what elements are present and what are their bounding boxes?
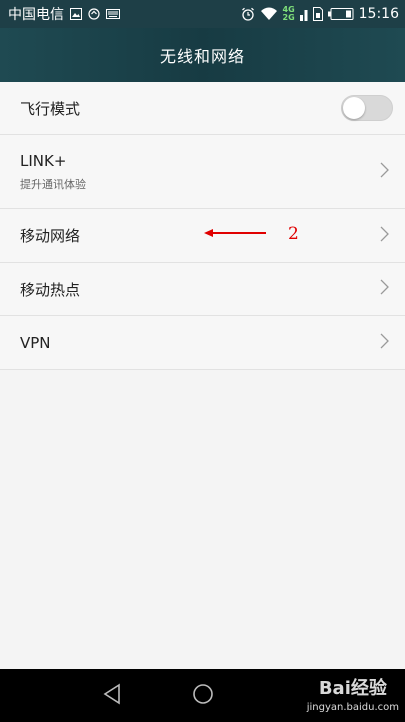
link-plus-label: LINK+ xyxy=(20,151,67,170)
annotation-label: 2 xyxy=(288,224,299,244)
wifi-icon xyxy=(260,7,278,21)
battery-icon xyxy=(327,8,354,20)
signal-icon xyxy=(299,7,308,21)
chevron-right-icon xyxy=(380,333,389,353)
annotation-arrow xyxy=(204,224,268,243)
airplane-mode-toggle[interactable] xyxy=(341,95,393,121)
toggle-knob xyxy=(343,97,365,119)
image-icon xyxy=(70,8,82,20)
vpn-label: VPN xyxy=(20,333,51,352)
network-type-indicator: 4G 2G xyxy=(282,5,295,22)
status-bar: 中国电信 4G 2G 15:16 xyxy=(0,0,405,28)
chevron-right-icon xyxy=(380,279,389,299)
mobile-network-label: 移动网络 xyxy=(20,227,81,245)
watermark-url: jingyan.baidu.com xyxy=(306,702,399,713)
hotspot-label: 移动热点 xyxy=(20,280,81,299)
airplane-mode-label: 飞行模式 xyxy=(20,99,81,118)
page-title: 无线和网络 xyxy=(159,47,245,66)
vpn-row[interactable]: VPN xyxy=(0,316,405,370)
back-icon[interactable] xyxy=(102,683,122,709)
link-plus-subtitle: 提升通讯体验 xyxy=(20,177,86,191)
hotspot-row[interactable]: 移动热点 xyxy=(0,263,405,316)
keyboard-icon xyxy=(106,9,120,19)
watermark-logo: Bai经验 xyxy=(318,678,387,699)
link-plus-row[interactable]: LINK+ 提升通讯体验 xyxy=(0,135,405,209)
status-time: 15:16 xyxy=(358,6,399,22)
baidu-jingyan-watermark: Bai经验 jingyan.baidu.com xyxy=(307,674,399,713)
carrier-label: 中国电信 xyxy=(8,7,64,23)
settings-list: 飞行模式 LINK+ 提升通讯体验 移动网络 移动热点 VPN xyxy=(0,82,405,370)
sync-icon xyxy=(88,8,100,20)
alarm-icon xyxy=(241,7,255,21)
title-bar: 无线和网络 xyxy=(0,28,405,82)
airplane-mode-row[interactable]: 飞行模式 xyxy=(0,82,405,135)
mobile-network-row[interactable]: 移动网络 xyxy=(0,209,405,263)
home-icon[interactable] xyxy=(192,683,214,709)
chevron-right-icon xyxy=(380,162,389,182)
sim-icon xyxy=(312,7,323,21)
chevron-right-icon xyxy=(380,226,389,246)
